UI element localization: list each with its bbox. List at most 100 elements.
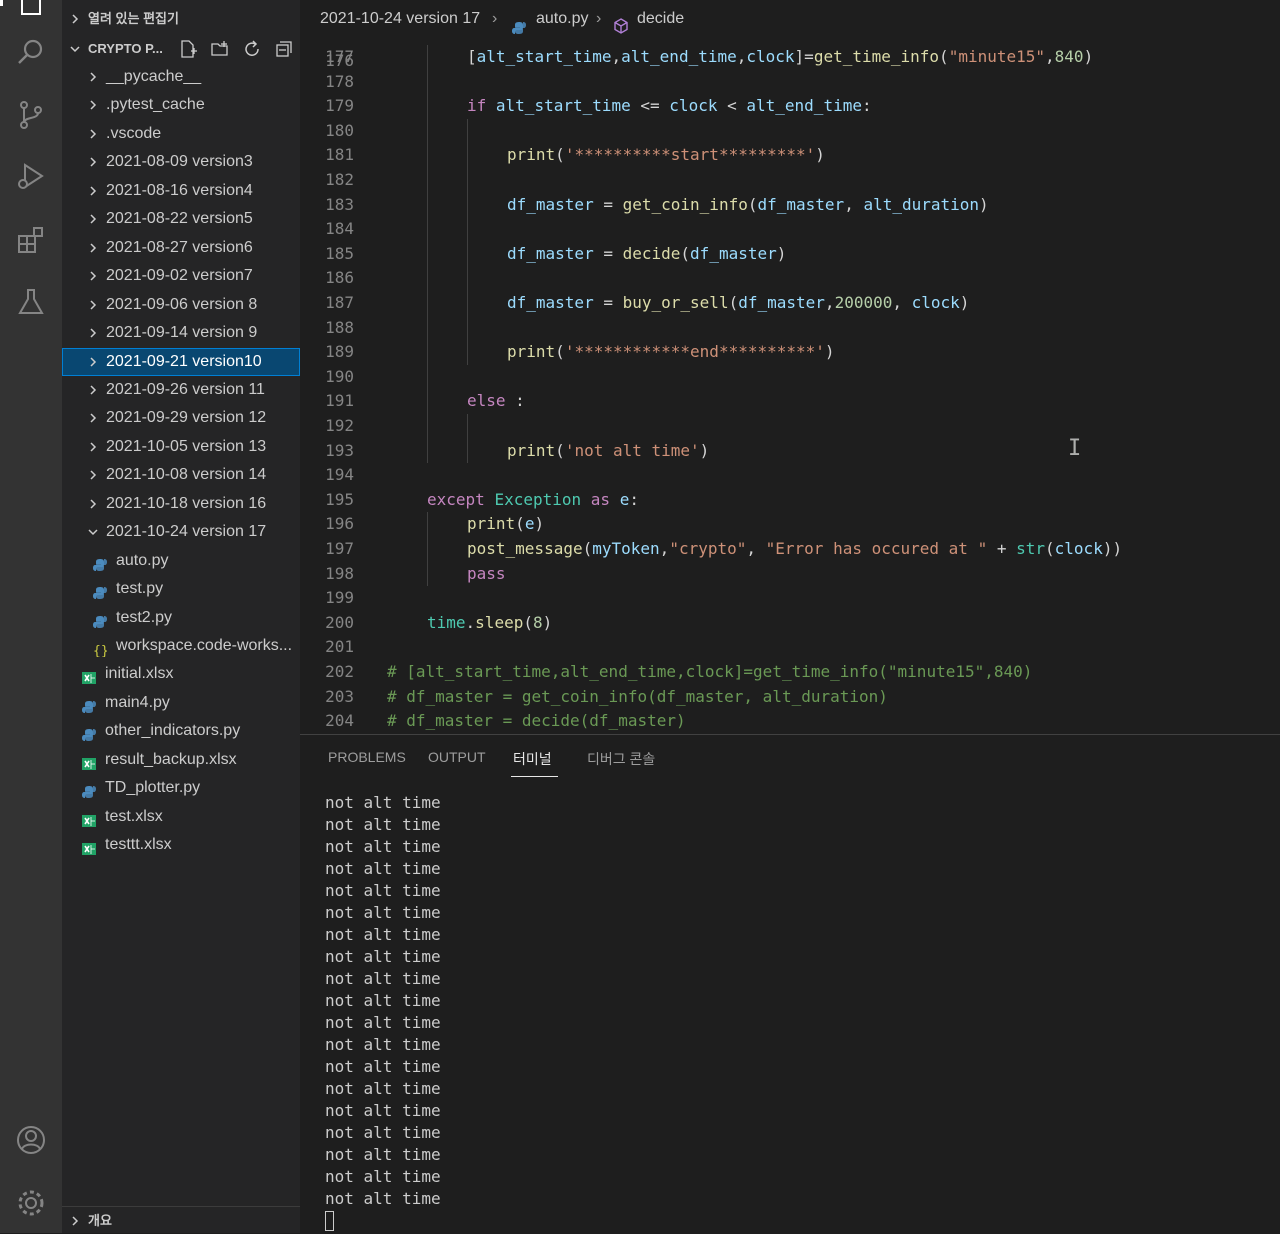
line-number: 185: [325, 243, 354, 263]
tree-folder[interactable]: 2021-10-24 version 17: [62, 518, 300, 546]
tab-output[interactable]: OUTPUT: [428, 749, 486, 765]
tab-problems[interactable]: PROBLEMS: [328, 749, 406, 765]
activity-bar: [0, 0, 62, 1233]
chevron-right-icon: [86, 376, 100, 404]
terminal-line: not alt time: [325, 969, 441, 988]
code-token: ,: [736, 47, 747, 66]
code-token: =: [593, 194, 623, 214]
tree-folder[interactable]: 2021-08-09 version3: [62, 148, 300, 176]
search-icon[interactable]: [13, 34, 49, 70]
tree-folder[interactable]: 2021-09-21 version10: [62, 347, 300, 376]
tree-item-label: 2021-09-29 version 12: [106, 409, 267, 427]
refresh-icon[interactable]: [242, 39, 262, 59]
tree-item-label: 2021-09-26 version 11: [106, 380, 265, 398]
code-token: Exception: [494, 489, 582, 509]
code-token: "minute15": [948, 47, 1046, 66]
tree-file[interactable]: auto.py: [62, 547, 300, 575]
explorer-icon[interactable]: [13, 0, 49, 22]
collapse-all-icon[interactable]: [274, 39, 294, 59]
indent-guide: [427, 266, 428, 291]
tree-file[interactable]: test2.py: [62, 604, 300, 632]
run-debug-icon[interactable]: [13, 158, 49, 194]
tree-file[interactable]: test.xlsx: [62, 803, 300, 831]
tree-folder[interactable]: 2021-10-08 version 14: [62, 461, 300, 489]
extensions-icon[interactable]: [13, 222, 49, 258]
tree-folder[interactable]: .vscode: [62, 120, 300, 148]
tree-folder[interactable]: 2021-09-14 version 9: [62, 319, 300, 347]
tree-file[interactable]: other_indicators.py: [62, 717, 300, 745]
tree-folder[interactable]: 2021-09-02 version7: [62, 262, 300, 290]
code-token: "Error has occured at ": [765, 539, 988, 558]
breadcrumb-folder[interactable]: 2021-10-24 version 17: [320, 0, 480, 38]
chevron-right-icon: [86, 63, 100, 91]
code-token: alt_end_time: [621, 47, 737, 66]
tree-folder[interactable]: 2021-09-06 version 8: [62, 291, 300, 319]
terminal-line: not alt time: [325, 815, 441, 834]
breadcrumb-symbol[interactable]: decide: [637, 0, 684, 38]
tree-file[interactable]: result_backup.xlsx: [62, 746, 300, 774]
tab-terminal[interactable]: 터미널: [513, 749, 552, 769]
tree-folder[interactable]: 2021-10-18 version 16: [62, 490, 300, 518]
code-editor[interactable]: 176 177 [alt_start_time,alt_end_time,cloc…: [300, 38, 1280, 734]
code-token: alt_start_time: [495, 96, 631, 116]
terminal-line: not alt time: [325, 1167, 441, 1186]
code-token: ): [824, 342, 835, 362]
project-section-header[interactable]: CRYPTO P...: [62, 35, 300, 63]
account-icon[interactable]: [13, 1122, 49, 1158]
code-text: # df_master = decide(df_master): [387, 709, 686, 734]
code-token: clock: [669, 96, 718, 116]
line-number: 204: [325, 711, 354, 731]
indent-guide: [467, 291, 468, 316]
new-folder-icon[interactable]: [210, 39, 230, 59]
indent-guide: [467, 143, 468, 168]
terminal-line: not alt time: [325, 925, 441, 944]
code-token: ,: [892, 293, 912, 312]
code-token: (: [728, 293, 739, 312]
tree-folder[interactable]: 2021-10-05 version 13: [62, 433, 300, 461]
line-number: 201: [325, 637, 354, 657]
tree-folder[interactable]: __pycache__: [62, 63, 300, 91]
code-text: # df_master = get_coin_info(df_master, a…: [387, 685, 888, 710]
code-token: (: [515, 514, 525, 534]
indent-guide: [427, 69, 428, 95]
tree-folder[interactable]: .pytest_cache: [62, 91, 300, 119]
bottom-panel: PROBLEMS OUTPUT 터미널 디버그 콘솔 not alt time n…: [300, 734, 1280, 1234]
tree-file[interactable]: initial.xlsx: [62, 660, 300, 688]
tree-file[interactable]: TD_plotter.py: [62, 774, 300, 802]
settings-gear-icon[interactable]: [13, 1185, 49, 1221]
excel-file-icon: [82, 753, 96, 770]
tree-file[interactable]: main4.py: [62, 689, 300, 717]
source-control-icon[interactable]: [13, 97, 49, 133]
line-number: 191: [325, 391, 354, 411]
tree-folder[interactable]: 2021-09-29 version 12: [62, 404, 300, 432]
line-number: 192: [325, 416, 354, 435]
breadcrumb-file[interactable]: auto.py: [536, 0, 588, 38]
testing-flask-icon[interactable]: [13, 284, 49, 320]
line-number: 178: [325, 71, 354, 91]
python-file-icon: [82, 724, 96, 742]
code-token: alt_start_time: [476, 47, 612, 66]
tree-file[interactable]: {} workspace.code-works...: [62, 632, 300, 660]
tree-folder[interactable]: 2021-08-16 version4: [62, 177, 300, 205]
tree-item-label: 2021-09-02 version7: [106, 267, 253, 285]
tree-folder[interactable]: 2021-09-26 version 11: [62, 376, 300, 404]
line-number: 196: [325, 514, 354, 534]
code-token: else: [467, 391, 506, 411]
indent-guide: [427, 241, 428, 267]
chevron-right-icon: [86, 205, 100, 233]
code-token: .: [465, 612, 476, 632]
outline-section[interactable]: 개요: [62, 1206, 300, 1234]
tree-file[interactable]: test.py: [62, 575, 300, 603]
terminal-output[interactable]: not alt time not alt time not alt time not …: [325, 792, 441, 1231]
code-token: 840: [1054, 47, 1084, 66]
tree-folder[interactable]: 2021-08-22 version5: [62, 205, 300, 233]
python-file-icon: [93, 582, 107, 600]
tree-folder[interactable]: 2021-08-27 version6: [62, 234, 300, 262]
tree-file[interactable]: testtt.xlsx: [62, 831, 300, 859]
tab-debug-console[interactable]: 디버그 콘솔: [587, 749, 655, 769]
new-file-icon[interactable]: [178, 39, 198, 59]
open-editors-section[interactable]: 열려 있는 편집기: [62, 5, 300, 33]
python-file-icon: [512, 12, 526, 34]
